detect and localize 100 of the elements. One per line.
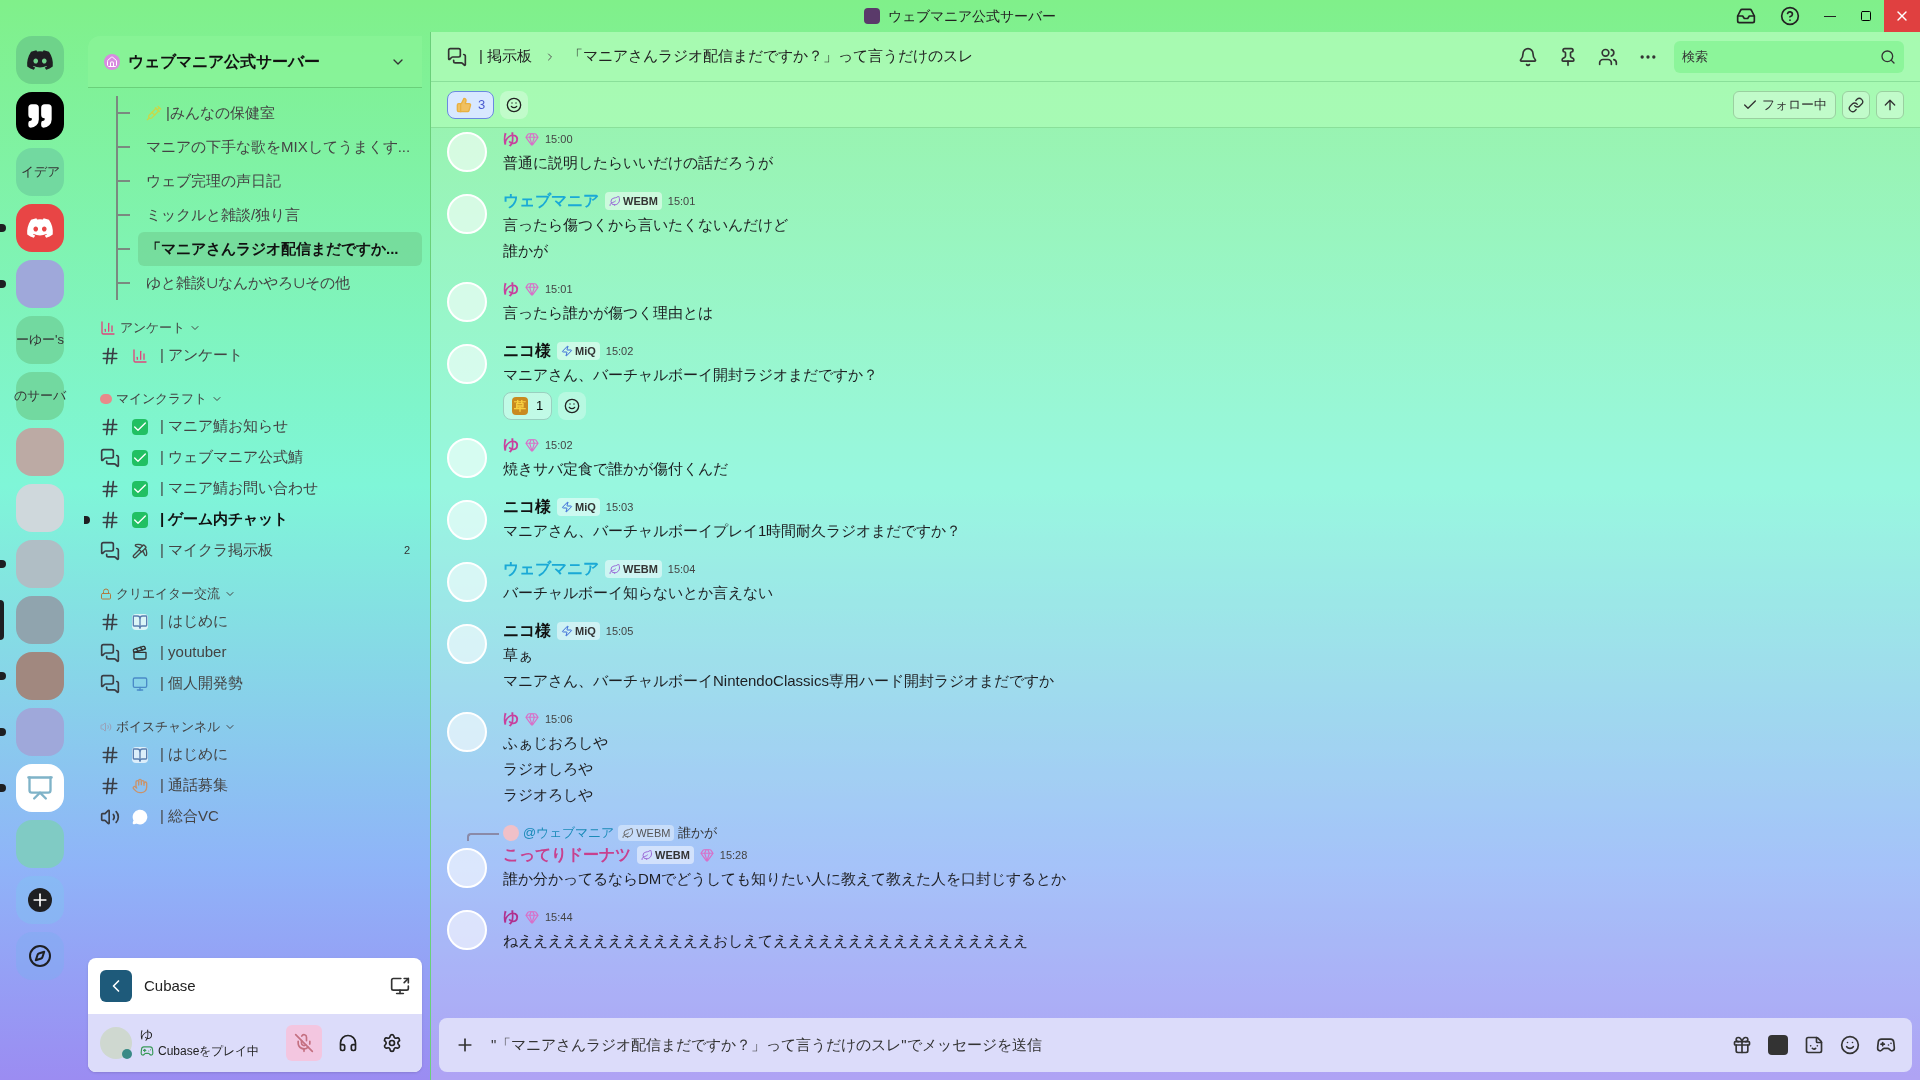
minimize-icon — [1824, 15, 1836, 17]
text-channel-icon — [100, 509, 120, 530]
channel-item[interactable]: | ゲーム内チャット — [96, 504, 422, 535]
forum-link[interactable]: | 掲示板 — [479, 45, 533, 68]
easel-icon — [26, 774, 54, 802]
channel-item[interactable]: | ウェブマニア公式鯖 — [96, 442, 422, 473]
category-header[interactable]: マインクラフト — [96, 387, 422, 411]
server-item[interactable]: のサーバ — [0, 372, 80, 420]
help-icon[interactable] — [1780, 6, 1800, 26]
scroll-up-button[interactable] — [1876, 90, 1904, 119]
copy-link-button[interactable] — [1842, 90, 1870, 119]
follow-button[interactable]: フォロー中 — [1733, 90, 1836, 119]
server-item[interactable]: ーゆー's — [0, 316, 80, 364]
server-header[interactable]: ウェブマニア公式サーバー — [88, 36, 422, 88]
reaction-button[interactable]: 3 — [447, 90, 495, 119]
search-field[interactable]: 検索 — [1674, 40, 1904, 73]
channel-item[interactable]: | 通話募集 — [96, 770, 422, 801]
add-reaction-button[interactable] — [500, 90, 529, 119]
discord-home-button[interactable] — [16, 36, 64, 84]
message-author[interactable]: ニコ様 — [503, 339, 551, 363]
gamepad-icon[interactable] — [1876, 1035, 1896, 1055]
channel-item[interactable]: | アンケート — [96, 340, 422, 371]
category-header[interactable]: クリエイター交流 — [96, 582, 422, 606]
thread-item[interactable]: ゆと雑談∪なんかやろ∪その他 — [138, 266, 422, 300]
user-avatar — [100, 1027, 132, 1059]
message-time: 15:06 — [545, 711, 573, 727]
unread-indicator — [0, 224, 6, 232]
channel-item[interactable]: | youtuber — [96, 637, 422, 668]
server-icon-small — [864, 8, 880, 24]
pin-icon[interactable] — [1558, 46, 1578, 67]
category-header[interactable]: ボイスチャンネル — [96, 715, 422, 739]
message-time: 15:28 — [719, 847, 748, 863]
unread-indicator — [0, 280, 6, 288]
syringe-icon — [146, 105, 162, 121]
quote-icon — [26, 102, 54, 130]
sticker-icon[interactable] — [1804, 1035, 1824, 1055]
add-reaction-button[interactable] — [558, 392, 587, 420]
channel-item[interactable]: | はじめに — [96, 739, 422, 770]
inbox-icon[interactable] — [1736, 6, 1756, 26]
pickaxe-icon — [132, 542, 148, 559]
message-author[interactable]: ニコ様 — [503, 495, 551, 519]
reply-connector — [467, 833, 499, 841]
category-header[interactable]: アンケート — [96, 316, 422, 340]
channel-item[interactable]: | マニア鯖お問い合わせ — [96, 473, 422, 504]
gif-icon[interactable] — [1768, 1035, 1788, 1055]
window-title: ウェブマニア公式サーバー — [888, 6, 1056, 26]
reaction-button[interactable]: 草 1 — [503, 392, 553, 420]
server-icon[interactable] — [16, 92, 64, 140]
unread-indicator — [0, 560, 6, 568]
message-field[interactable]: "「マニアさんラジオ配信まだですか？」って言うだけのスレ"でメッセージを送信 — [439, 1018, 1912, 1072]
thread-item[interactable]: 「マニアさんラジオ配信まだですか... — [138, 232, 422, 266]
thread-item[interactable]: ウェブ完理の声日記 — [138, 164, 422, 198]
leaf-icon — [641, 849, 653, 861]
members-icon[interactable] — [1598, 46, 1618, 67]
avatar-placeholder — [447, 562, 487, 602]
speaker-icon — [100, 721, 112, 733]
plus-icon — [28, 888, 52, 912]
server-icon[interactable]: イデア — [16, 148, 64, 196]
message-text: ねえええええええええええええおしえてえええええええええええええええええ — [503, 931, 1028, 951]
check-icon — [132, 418, 148, 435]
server-item[interactable]: イデア — [0, 148, 80, 196]
channel-item[interactable]: | 総合VC — [96, 801, 422, 832]
screen-share-icon[interactable] — [390, 976, 410, 996]
message-text: ふぁじおろしや — [503, 733, 608, 753]
message-author[interactable]: ニコ様 — [503, 619, 551, 643]
thread-item[interactable]: |みんなの保健室 — [138, 96, 422, 130]
unread-indicator — [0, 672, 6, 680]
message-time: 15:05 — [605, 623, 634, 639]
mute-button[interactable] — [286, 1025, 322, 1061]
lightning-icon — [561, 345, 573, 357]
avatar-placeholder — [447, 712, 487, 752]
leaf-icon — [609, 195, 621, 207]
microphone-muted-icon — [294, 1033, 314, 1053]
add-server-button[interactable] — [16, 876, 64, 924]
link-icon — [1848, 96, 1864, 113]
bar-chart-icon — [132, 347, 148, 364]
channel-item[interactable]: | マイクラ掲示板 2 — [96, 535, 422, 566]
smiley-icon — [506, 96, 523, 113]
explore-button[interactable] — [16, 932, 64, 980]
bell-icon[interactable] — [1518, 46, 1538, 67]
message-author[interactable]: ゆ — [503, 433, 519, 457]
leaf-icon — [622, 827, 635, 839]
channel-item[interactable]: | はじめに — [96, 606, 422, 637]
message-time: 15:01 — [545, 281, 573, 297]
settings-icon — [382, 1033, 402, 1053]
message-input[interactable]: "「マニアさんラジオ配信まだですか？」って言うだけのスレ"でメッセージを送信 — [491, 1033, 1716, 1057]
forum-channel-icon — [100, 447, 120, 468]
thread-item[interactable]: ミックルと雑談/独り言 — [138, 198, 422, 232]
server-icon[interactable]: ーゆー's — [16, 316, 64, 364]
home-icon — [104, 53, 120, 70]
gift-icon[interactable] — [1732, 1035, 1752, 1055]
channel-item[interactable]: | マニア鯖お知らせ — [96, 411, 422, 442]
server-icon[interactable]: のサーバ — [16, 372, 64, 420]
message-text: マニアさん、バーチャルボーイ開封ラジオまだですか？ — [503, 365, 878, 385]
computer-icon — [132, 675, 148, 692]
pig-face-icon — [100, 394, 112, 404]
emoji-icon[interactable] — [1840, 1035, 1860, 1055]
count-label: 2 — [403, 543, 411, 559]
thread-item[interactable]: マニアの下手な歌をMIXしてうまくす... — [138, 130, 422, 164]
channel-item[interactable]: | 個人開発勢 — [96, 668, 422, 699]
